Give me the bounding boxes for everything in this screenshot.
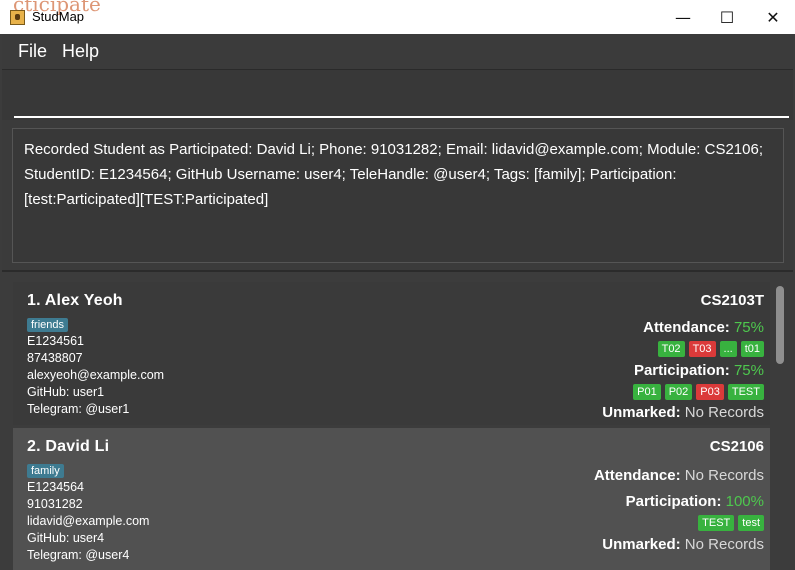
close-button[interactable]: ✕ <box>750 0 795 34</box>
student-record-summary: CS2106 Attendance: No Records Participat… <box>594 438 764 553</box>
unmarked-label: Unmarked: <box>602 404 681 421</box>
student-card[interactable]: 2. David Li family E1234564 91031282 lid… <box>13 428 770 570</box>
participation-chip: P03 <box>696 384 724 400</box>
participation-chip: P01 <box>633 384 661 400</box>
menu-help[interactable]: Help <box>62 41 99 62</box>
list-scrollbar[interactable] <box>776 286 784 364</box>
tag-badge: family <box>27 464 64 478</box>
participation-value: 75% <box>733 362 764 379</box>
participation-chip: TEST <box>698 515 735 531</box>
menu-bar: File Help <box>2 34 793 70</box>
participation-label: Participation: <box>625 493 722 510</box>
command-box <box>2 70 793 120</box>
participation-chips: TEST test <box>594 513 764 531</box>
attendance-value: No Records <box>684 467 764 484</box>
participation-chip: TEST <box>727 384 764 400</box>
unmarked-label: Unmarked: <box>602 536 681 553</box>
tag-badge: friends <box>27 318 69 332</box>
attendance-label: Attendance: <box>593 467 681 484</box>
student-card[interactable]: 1. Alex Yeoh friends E1234561 87438807 a… <box>13 282 770 425</box>
minimize-button[interactable]: — <box>660 0 706 34</box>
module-code: CS2103T <box>700 292 764 309</box>
participation-chip: P02 <box>664 384 693 400</box>
result-panel: Recorded Student as Participated: David … <box>2 120 793 272</box>
participation-chips: P01 P02 P03 TEST <box>602 382 764 400</box>
attendance-chips: T02 T03... t01 <box>602 339 764 357</box>
unmarked-value: No Records <box>684 536 764 553</box>
module-code: CS2106 <box>709 438 764 455</box>
attendance-chip: T03 <box>688 341 716 357</box>
attendance-chip: t01 <box>740 341 764 357</box>
participation-label: Participation: <box>633 362 730 379</box>
attendance-chip: ... <box>719 341 737 357</box>
menu-file[interactable]: File <box>18 41 47 62</box>
student-record-summary: CS2103T Attendance: 75% T02 T03... t01 Par… <box>602 292 764 421</box>
window-title: StudMap <box>32 9 85 24</box>
maximize-button[interactable]: ☐ <box>704 0 750 34</box>
student-list[interactable]: 1. Alex Yeoh friends E1234561 87438807 a… <box>2 272 793 570</box>
attendance-label: Attendance: <box>643 319 730 336</box>
command-input[interactable] <box>14 84 789 118</box>
attendance-chip: T02 <box>657 341 685 357</box>
participation-chip: test <box>738 515 764 531</box>
result-display[interactable]: Recorded Student as Participated: David … <box>12 128 784 263</box>
app-icon <box>10 10 25 25</box>
participation-value: 100% <box>725 493 764 510</box>
title-bar: cticipate StudMap — ☐ ✕ <box>0 0 795 34</box>
unmarked-value: No Records <box>684 404 764 421</box>
attendance-value: 75% <box>733 319 764 336</box>
